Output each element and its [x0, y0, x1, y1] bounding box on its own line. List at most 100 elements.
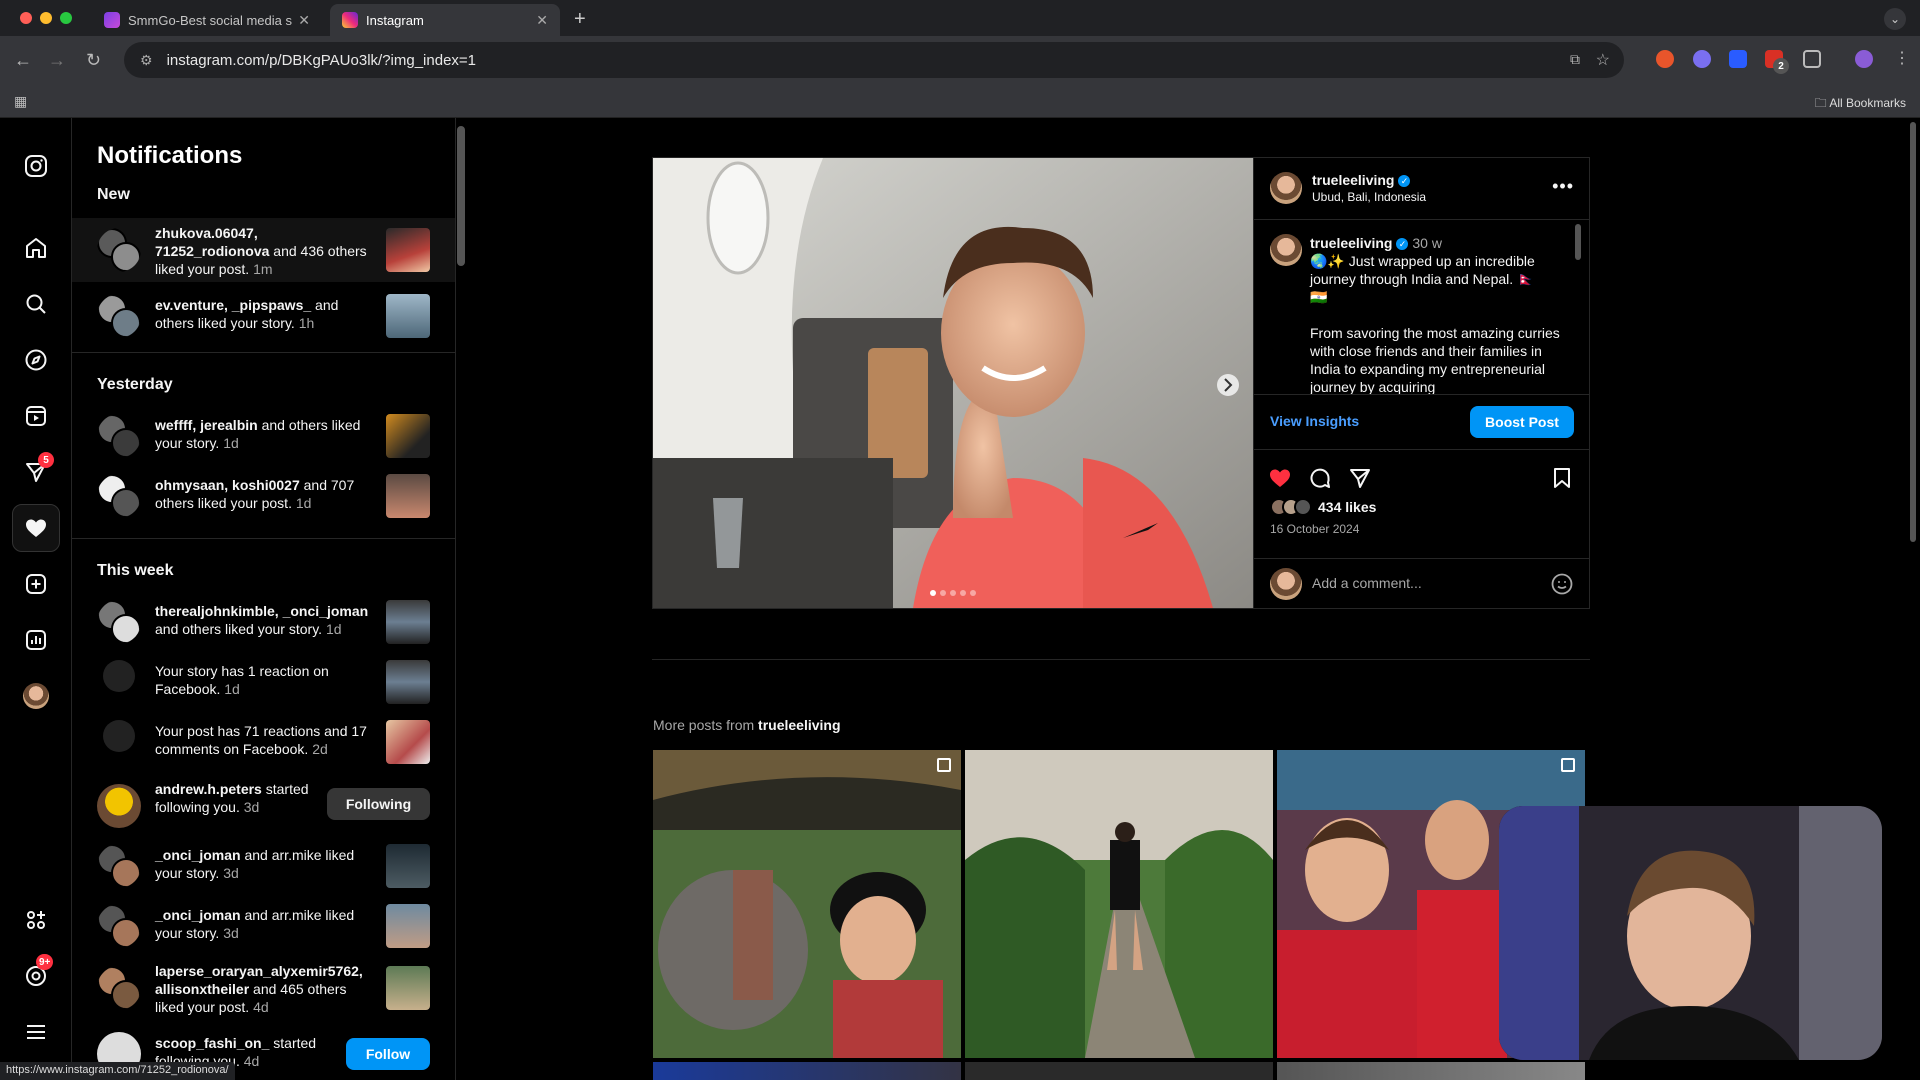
post-thumbnail[interactable]: [386, 966, 430, 1010]
caption-scrollbar[interactable]: [1575, 224, 1581, 260]
notifications-scrollbar[interactable]: [457, 126, 465, 266]
notification-item[interactable]: andrew.h.peters started following you. 3…: [72, 772, 455, 834]
notification-item[interactable]: Your story has 1 reaction on Facebook. 1…: [72, 652, 455, 714]
apps-grid-icon[interactable]: ▦: [14, 93, 27, 110]
avatar[interactable]: [97, 784, 141, 828]
notification-item[interactable]: ev.venture, _pipspaws_ and others liked …: [72, 286, 455, 348]
notification-users[interactable]: weffff, jerealbin: [155, 417, 258, 433]
instagram-logo[interactable]: [12, 142, 60, 190]
browser-tab-instagram[interactable]: Instagram ✕: [330, 4, 560, 36]
extension-shield-icon[interactable]: [1729, 50, 1747, 68]
avatar[interactable]: [97, 844, 141, 888]
notification-users[interactable]: _onci_joman: [155, 907, 241, 923]
grid-post[interactable]: [653, 1062, 961, 1080]
nav-more[interactable]: [12, 1008, 60, 1056]
avatar[interactable]: [97, 474, 141, 518]
notification-users[interactable]: zhukova.06047, 71252_rodionova: [155, 225, 269, 259]
boost-post-button[interactable]: Boost Post: [1470, 406, 1574, 438]
reload-icon[interactable]: ↻: [86, 50, 101, 71]
extension-mail-icon[interactable]: 2: [1765, 50, 1789, 74]
extensions-puzzle-icon[interactable]: [1803, 50, 1821, 68]
extension-cloud-icon[interactable]: [1693, 50, 1711, 68]
avatar[interactable]: [97, 600, 141, 644]
close-tab-icon[interactable]: ✕: [536, 12, 548, 29]
extension-fox-icon[interactable]: [1656, 50, 1674, 68]
notification-users[interactable]: scoop_fashi_on_: [155, 1035, 269, 1051]
nav-home[interactable]: [12, 224, 60, 272]
nav-search[interactable]: [12, 280, 60, 328]
caption-author-avatar[interactable]: [1270, 234, 1302, 266]
more-posts-username[interactable]: trueleeliving: [758, 717, 840, 733]
page-scrollbar[interactable]: [1910, 122, 1916, 542]
back-icon[interactable]: ←: [14, 50, 32, 71]
view-insights-link[interactable]: View Insights: [1270, 413, 1359, 429]
avatar[interactable]: [97, 294, 141, 338]
forward-icon[interactable]: →: [48, 50, 66, 71]
browser-tab-smmgo[interactable]: SmmGo-Best social media se ✕: [92, 4, 322, 36]
notification-users[interactable]: therealjohnkimble, _onci_joman: [155, 603, 368, 619]
more-icon[interactable]: •••: [1552, 176, 1574, 197]
next-slide-button[interactable]: [1217, 374, 1239, 396]
avatar[interactable]: [97, 228, 141, 272]
install-app-icon[interactable]: ⧉: [1570, 51, 1580, 68]
notification-item[interactable]: weffff, jerealbin and others liked your …: [72, 406, 455, 468]
new-tab-button[interactable]: +: [574, 8, 586, 31]
share-icon[interactable]: [1348, 466, 1372, 490]
nav-explore[interactable]: [12, 336, 60, 384]
nav-reels[interactable]: [12, 392, 60, 440]
grid-post[interactable]: [965, 750, 1273, 1058]
notification-item[interactable]: _onci_joman and arr.mike liked your stor…: [72, 896, 455, 958]
grid-post[interactable]: [1277, 1062, 1585, 1080]
story-thumbnail[interactable]: [386, 414, 430, 458]
author-avatar[interactable]: [1270, 172, 1302, 204]
notification-users[interactable]: ohmysaan, koshi0027: [155, 477, 300, 493]
comment-input[interactable]: Add a comment...: [1312, 575, 1422, 591]
post-thumbnail[interactable]: [386, 474, 430, 518]
likes-row[interactable]: 434 likes: [1270, 498, 1376, 516]
tab-search-icon[interactable]: ⌄: [1884, 8, 1906, 30]
post-thumbnail[interactable]: [386, 228, 430, 272]
notification-item[interactable]: therealjohnkimble, _onci_joman and other…: [72, 592, 455, 654]
nav-messages[interactable]: 5: [12, 448, 60, 496]
avatar[interactable]: [97, 904, 141, 948]
profile-avatar[interactable]: [1855, 50, 1873, 68]
notification-item[interactable]: Your post has 71 reactions and 17 commen…: [72, 712, 455, 774]
avatar[interactable]: [97, 414, 141, 458]
grid-post[interactable]: [653, 750, 961, 1058]
site-info-icon[interactable]: ⚙: [140, 52, 153, 69]
following-button[interactable]: Following: [327, 788, 430, 820]
post-image[interactable]: [653, 158, 1253, 608]
browser-menu-icon[interactable]: ⋮: [1894, 48, 1910, 68]
comment-icon[interactable]: [1308, 466, 1332, 490]
grid-post[interactable]: [965, 1062, 1273, 1080]
minimize-window-button[interactable]: [40, 12, 52, 24]
nav-meta[interactable]: [12, 896, 60, 944]
notification-item[interactable]: ohmysaan, koshi0027 and 707 others liked…: [72, 466, 455, 528]
nav-threads[interactable]: 9+: [12, 952, 60, 1000]
maximize-window-button[interactable]: [60, 12, 72, 24]
story-thumbnail[interactable]: [386, 844, 430, 888]
notification-item[interactable]: zhukova.06047, 71252_rodionova and 436 o…: [72, 218, 455, 282]
emoji-icon[interactable]: [1550, 572, 1574, 596]
bookmark-star-icon[interactable]: ☆: [1596, 50, 1610, 70]
close-tab-icon[interactable]: ✕: [298, 12, 310, 29]
follow-button[interactable]: Follow: [346, 1038, 430, 1070]
post-thumbnail[interactable]: [386, 720, 430, 764]
nav-profile[interactable]: [12, 672, 60, 720]
story-thumbnail[interactable]: [386, 600, 430, 644]
story-thumbnail[interactable]: [386, 660, 430, 704]
story-thumbnail[interactable]: [386, 294, 430, 338]
post-location[interactable]: Ubud, Bali, Indonesia: [1312, 190, 1426, 204]
nav-dashboard[interactable]: [12, 616, 60, 664]
bookmark-icon[interactable]: [1550, 466, 1574, 490]
notification-item[interactable]: laperse_oraryan_alyxemir5762, allisonxth…: [72, 956, 455, 1022]
nav-notifications[interactable]: [12, 504, 60, 552]
like-heart-icon[interactable]: [1268, 466, 1292, 490]
address-bar[interactable]: ⚙ instagram.com/p/DBKgPAUo3lk/?img_index…: [124, 42, 1624, 78]
caption-username[interactable]: trueleeliving: [1310, 235, 1392, 251]
close-window-button[interactable]: [20, 12, 32, 24]
all-bookmarks-button[interactable]: 🗀 All Bookmarks: [1815, 94, 1906, 115]
notification-users[interactable]: _onci_joman: [155, 847, 241, 863]
notification-users[interactable]: ev.venture, _pipspaws_: [155, 297, 311, 313]
nav-create[interactable]: [12, 560, 60, 608]
